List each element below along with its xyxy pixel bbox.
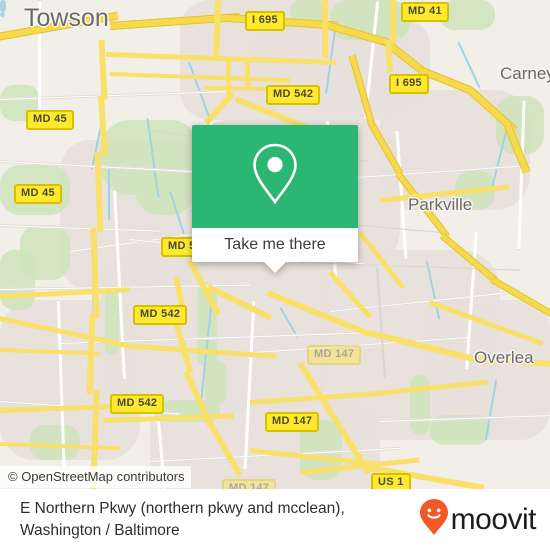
road-track: [376, 267, 386, 378]
route-shield: I 695: [389, 74, 429, 94]
take-me-there-button[interactable]: Take me there: [192, 228, 358, 262]
location-title: E Northern Pkwy (northern pkwy and mccle…: [20, 498, 345, 542]
route-shield: MD 542: [110, 394, 165, 414]
place-label-overlea: Overlea: [474, 348, 534, 367]
location-popup-card[interactable]: Take me there: [192, 125, 358, 273]
road-motorway: [490, 276, 550, 318]
road-towson: [245, 60, 250, 88]
road-minor: [0, 224, 160, 233]
landuse-park: [20, 225, 70, 280]
road-md147: [367, 379, 488, 397]
location-title-line1: E Northern Pkwy (northern pkwy and mccle…: [20, 499, 345, 517]
road-md45: [94, 151, 104, 232]
popup-image-area: [192, 125, 358, 228]
route-shield: MD 147: [265, 412, 320, 432]
road-towson: [105, 52, 336, 66]
moovit-wordmark: moovit: [450, 502, 537, 536]
road-md45: [97, 95, 109, 156]
road-md542-west: [0, 348, 101, 356]
road-minor: [243, 300, 256, 471]
osm-attribution[interactable]: © OpenStreetMap contributors: [0, 466, 191, 488]
route-shield: MD 542: [266, 85, 321, 105]
place-label-parkville: Parkville: [408, 195, 473, 214]
landuse-park: [205, 360, 227, 405]
road-towson: [322, 0, 328, 58]
stream: [457, 41, 481, 89]
road-md542-west: [0, 442, 120, 451]
stream: [199, 300, 213, 410]
place-label-carney: Carney: [500, 64, 550, 83]
route-shield: MD 45: [14, 184, 62, 204]
place-label-towson: Towson: [24, 4, 109, 32]
landuse-residential: [100, 250, 330, 410]
moovit-logo: moovit: [419, 498, 537, 541]
location-title-line2: Washington / Baltimore: [20, 521, 180, 539]
landuse-park: [0, 250, 35, 310]
road-minor: [517, 100, 526, 251]
road-md41: [390, 0, 396, 44]
road-parkville: [358, 230, 406, 290]
route-shield: I 695: [245, 11, 285, 31]
landuse-park: [135, 155, 195, 215]
road-motorway: [439, 232, 498, 284]
road-md542: [207, 421, 243, 477]
landuse-residential: [60, 140, 210, 290]
route-shield: MD 45: [26, 110, 74, 130]
water-body: [0, 0, 6, 12]
take-me-there-label: Take me there: [224, 236, 326, 253]
landuse-park: [410, 375, 430, 435]
road-md542: [203, 91, 235, 126]
route-shield: MD 147: [222, 479, 277, 489]
stream: [108, 165, 110, 220]
water-body: [0, 12, 5, 17]
road-towson: [98, 39, 108, 100]
stream: [425, 260, 441, 320]
popup-pointer-tail: [264, 262, 286, 273]
road-overlea: [0, 316, 138, 351]
map-pin-icon: [249, 141, 301, 212]
route-shield: US 1: [371, 473, 411, 489]
road-minor: [379, 414, 550, 423]
stream: [484, 380, 498, 440]
moovit-smiling-pin-icon: [419, 498, 449, 541]
map-canvas[interactable]: Towson Carney Parkville Overlea I 695 MD…: [0, 0, 550, 489]
footer-bar: E Northern Pkwy (northern pkwy and mccle…: [0, 489, 550, 550]
road-towson: [109, 72, 290, 83]
route-shield: MD 147: [307, 345, 362, 365]
route-shield: MD 41: [401, 2, 449, 22]
road-md542: [206, 284, 273, 321]
map-screenshot-root: Towson Carney Parkville Overlea I 695 MD…: [0, 0, 550, 550]
stream: [490, 130, 508, 190]
road-md45: [212, 0, 222, 61]
road-md542-west: [103, 413, 235, 423]
road-minor: [0, 89, 230, 101]
route-shield: MD 542: [133, 305, 188, 325]
